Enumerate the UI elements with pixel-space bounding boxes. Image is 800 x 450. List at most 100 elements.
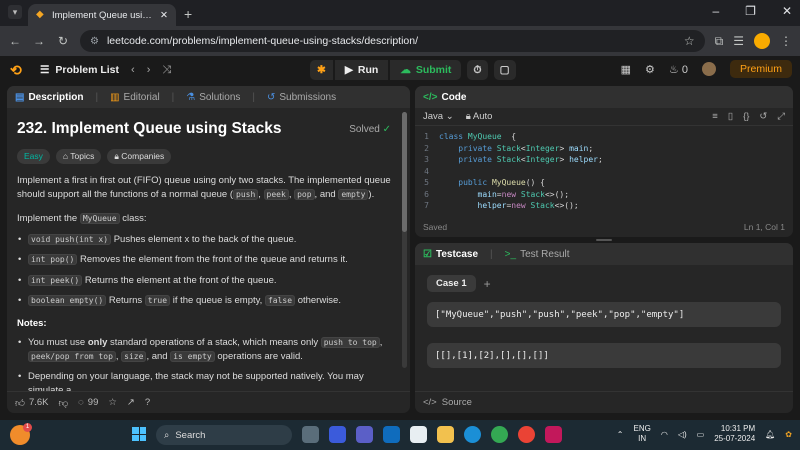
- problem-list-button[interactable]: ☰ Problem List: [40, 64, 119, 76]
- streak-counter[interactable]: ♨ 0: [669, 63, 688, 76]
- teams-icon[interactable]: [356, 426, 373, 443]
- site-info-icon[interactable]: ⚙: [90, 36, 99, 47]
- close-tab-icon[interactable]: ✕: [160, 10, 168, 21]
- description-scrollbar[interactable]: [402, 112, 407, 368]
- url-field[interactable]: ⚙ leetcode.com/problems/implement-queue-…: [80, 30, 705, 52]
- code-line[interactable]: 7 helper=new Stack<>();: [415, 200, 793, 212]
- run-button[interactable]: ▶ Run: [334, 60, 389, 80]
- tab-code[interactable]: </> Code: [423, 92, 466, 103]
- tab-submissions[interactable]: ↺ Submissions: [267, 92, 336, 103]
- profile-avatar[interactable]: [754, 33, 770, 49]
- case-1-tab[interactable]: Case 1: [427, 275, 476, 292]
- shuffle-icon[interactable]: ⤨: [162, 64, 171, 77]
- taskbar-search[interactable]: ⌕ Search: [156, 425, 292, 445]
- code-editor[interactable]: 1 class MyQueue {2 private Stack<Integer>…: [415, 126, 793, 212]
- mail-icon[interactable]: [383, 426, 400, 443]
- format-icon[interactable]: ≡: [712, 111, 718, 122]
- list-icon: ☰: [40, 64, 50, 76]
- fullscreen-icon[interactable]: ⤢: [777, 111, 785, 122]
- sidebar-icon[interactable]: ☰: [733, 34, 744, 48]
- code-line[interactable]: 6 main=new Stack<>();: [415, 189, 793, 201]
- bookmark-star-icon[interactable]: ☆: [684, 34, 695, 48]
- notes-button[interactable]: ▢: [493, 60, 516, 80]
- tab-test-result[interactable]: >_ Test Result: [505, 249, 570, 260]
- reset-icon[interactable]: ↺: [759, 111, 767, 122]
- minimize-icon[interactable]: –: [712, 4, 719, 18]
- tab-solutions[interactable]: ⚗ Solutions: [186, 92, 240, 103]
- submit-button[interactable]: ☁ Submit: [390, 60, 462, 80]
- new-tab-icon[interactable]: +: [184, 6, 192, 22]
- edge-icon[interactable]: [464, 426, 481, 443]
- copilot-icon[interactable]: [329, 426, 346, 443]
- code-line[interactable]: 4: [415, 166, 793, 178]
- like-button[interactable]: 👍︎ 7.6K: [15, 397, 48, 409]
- code-token: main: [569, 143, 589, 153]
- maximize-icon[interactable]: ❐: [745, 4, 756, 18]
- testcase-input-2[interactable]: [[],[1],[2],[],[],[]]: [427, 343, 781, 368]
- tab-testcase[interactable]: ☑ Testcase: [423, 249, 478, 260]
- timer-button[interactable]: ⏱: [467, 60, 488, 80]
- reload-icon[interactable]: ↻: [56, 34, 70, 48]
- store-icon[interactable]: [410, 426, 427, 443]
- chevron-up-icon[interactable]: ⌃: [617, 430, 624, 439]
- tab-search-icon[interactable]: ▾: [8, 5, 22, 19]
- comments-button[interactable]: ◌ 99: [78, 397, 98, 408]
- star-icon[interactable]: ☆: [108, 397, 117, 408]
- prev-problem-icon[interactable]: ‹: [131, 64, 135, 76]
- premium-button[interactable]: Premium: [729, 60, 792, 78]
- problem-title[interactable]: 232. Implement Queue using Stacks: [17, 120, 393, 138]
- code-line[interactable]: 5 public MyQueue() {: [415, 177, 793, 189]
- clock[interactable]: 10:31 PM 25-07-2024: [714, 424, 755, 444]
- topics-chip[interactable]: ⌂ Topics: [55, 149, 102, 164]
- clock-time: 10:31 PM: [720, 424, 756, 433]
- thumbs-down-icon[interactable]: 👎︎: [58, 397, 68, 409]
- notifications-bell-icon[interactable]: 🔔︎: [765, 430, 775, 439]
- intellij-icon[interactable]: [545, 426, 562, 443]
- language-select[interactable]: Java ⌄: [423, 111, 454, 122]
- chrome-icon[interactable]: [491, 426, 508, 443]
- user-avatar[interactable]: [701, 62, 716, 76]
- code-line[interactable]: 3 private Stack<Integer> helper;: [415, 154, 793, 166]
- tab-editorial[interactable]: ▥ Editorial: [110, 92, 160, 103]
- close-window-icon[interactable]: ✕: [782, 4, 792, 18]
- language-indicator[interactable]: ENG IN: [634, 424, 651, 444]
- weather-widget-icon[interactable]: 1: [10, 423, 32, 445]
- auto-toggle[interactable]: 🔒︎ Auto: [466, 111, 493, 122]
- companies-chip[interactable]: 🔒︎ Companies: [107, 149, 172, 164]
- code-line[interactable]: 1 class MyQueue {: [415, 131, 793, 143]
- add-case-icon[interactable]: +: [484, 277, 491, 291]
- tab-divider: |: [171, 91, 175, 103]
- testcase-input-1[interactable]: ["MyQueue","push","push","peek","pop","e…: [427, 302, 781, 327]
- task-view-icon[interactable]: [302, 426, 319, 443]
- browser-tab[interactable]: ◆ Implement Queue using Stacks ✕: [28, 4, 176, 26]
- battery-icon[interactable]: ▭: [697, 430, 705, 439]
- inline-code: push: [233, 189, 259, 200]
- scrollbar-thumb[interactable]: [402, 112, 407, 232]
- leetcode-logo-icon[interactable]: ⟲: [10, 62, 30, 79]
- braces-icon[interactable]: {}: [743, 111, 749, 122]
- file-explorer-icon[interactable]: [437, 426, 454, 443]
- layout-icon[interactable]: ▦: [621, 63, 631, 76]
- chrome-profile-icon[interactable]: [518, 426, 535, 443]
- settings-gear-icon[interactable]: ⚙: [645, 63, 655, 76]
- extensions-icon[interactable]: ⧉: [715, 34, 724, 49]
- bookmark-icon[interactable]: ▯: [728, 111, 733, 122]
- source-button[interactable]: </> Source: [415, 391, 793, 413]
- document-icon: ▤: [15, 91, 25, 103]
- code-line[interactable]: 2 private Stack<Integer> main;: [415, 143, 793, 155]
- forward-icon[interactable]: →: [32, 34, 46, 48]
- share-icon[interactable]: ↗: [127, 397, 135, 408]
- help-icon[interactable]: ?: [145, 397, 150, 408]
- debug-button[interactable]: ✱: [310, 60, 333, 80]
- start-button-icon[interactable]: [132, 427, 146, 441]
- colorful-widget-icon[interactable]: ✿: [785, 430, 792, 439]
- back-icon[interactable]: ←: [8, 34, 22, 48]
- notification-badge: 1: [23, 423, 32, 432]
- browser-menu-icon[interactable]: ⋮: [780, 34, 792, 48]
- tab-description[interactable]: ▤ Description: [15, 92, 83, 103]
- volume-icon[interactable]: ◁): [678, 430, 687, 439]
- wifi-icon[interactable]: ◠: [661, 430, 668, 439]
- panel-resize-handle[interactable]: [596, 239, 612, 241]
- next-problem-icon[interactable]: ›: [147, 64, 151, 76]
